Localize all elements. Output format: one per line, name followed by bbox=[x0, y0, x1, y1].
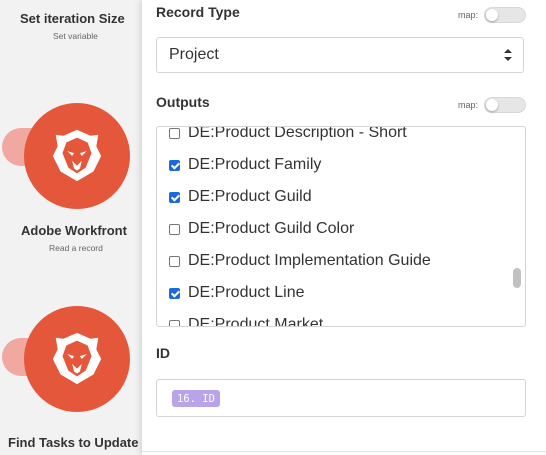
output-checkbox[interactable] bbox=[169, 223, 180, 235]
lion-logo-icon bbox=[52, 332, 102, 385]
output-option[interactable]: DE:Product Market bbox=[169, 309, 503, 327]
output-option-label: DE:Product Description - Short bbox=[188, 126, 407, 141]
node-subtitle-set-iteration: Set variable bbox=[53, 31, 98, 41]
module-settings-panel: Record Type map: Project Outputs map: DE… bbox=[142, 0, 546, 455]
lion-logo-icon bbox=[52, 129, 102, 182]
output-option-label: DE:Product Guild Color bbox=[188, 220, 355, 237]
map-label: map: bbox=[457, 100, 478, 110]
workfront-module[interactable] bbox=[24, 103, 130, 209]
record-type-map-toggle[interactable] bbox=[484, 7, 526, 23]
record-type-map-toggle-wrap: map: bbox=[458, 7, 526, 23]
output-option[interactable]: DE:Product Guild bbox=[169, 181, 503, 213]
output-option-label: DE:Product Guild bbox=[188, 188, 312, 205]
record-type-label: Record Type bbox=[156, 4, 240, 20]
node-title-workfront: Adobe Workfront bbox=[21, 223, 127, 238]
output-option-label: DE:Product Market bbox=[188, 316, 324, 327]
output-checkbox[interactable] bbox=[169, 127, 180, 139]
output-option-label: DE:Product Implementation Guide bbox=[188, 252, 431, 269]
output-checkbox[interactable] bbox=[169, 255, 180, 267]
output-checkbox[interactable] bbox=[169, 287, 180, 299]
id-label: ID bbox=[156, 345, 170, 361]
output-option[interactable]: DE:Product Guild Color bbox=[169, 213, 503, 245]
outputs-scroll-thumb[interactable] bbox=[513, 268, 521, 288]
node-subtitle-workfront: Read a record bbox=[49, 243, 103, 253]
toggle-knob bbox=[486, 9, 498, 21]
outputs-map-toggle[interactable] bbox=[484, 97, 526, 113]
id-input[interactable]: 16. ID bbox=[156, 379, 526, 417]
toggle-knob bbox=[486, 99, 498, 111]
map-label: map: bbox=[457, 10, 478, 20]
find-tasks-module[interactable] bbox=[24, 306, 130, 412]
output-checkbox[interactable] bbox=[169, 159, 180, 171]
record-type-select[interactable]: Project bbox=[156, 37, 524, 73]
output-option[interactable]: DE:Product Implementation Guide bbox=[169, 245, 503, 277]
outputs-list-box[interactable]: DE:Product Description - Short DE:Product… bbox=[156, 126, 526, 327]
output-option[interactable]: DE:Product Family bbox=[169, 149, 503, 181]
outputs-map-toggle-wrap: map: bbox=[458, 97, 526, 113]
id-mapped-token[interactable]: 16. ID bbox=[172, 390, 220, 407]
output-option-label: DE:Product Family bbox=[188, 156, 322, 173]
outputs-list: DE:Product Description - Short DE:Product… bbox=[169, 126, 503, 327]
outputs-scrollbar[interactable] bbox=[509, 127, 525, 326]
output-option[interactable]: DE:Product Description - Short bbox=[169, 126, 503, 149]
outputs-label: Outputs bbox=[156, 94, 210, 110]
output-option[interactable]: DE:Product Line bbox=[169, 277, 503, 309]
record-type-value: Project bbox=[169, 46, 219, 63]
node-title-find-tasks: Find Tasks to Update bbox=[8, 435, 139, 450]
select-arrows-icon bbox=[504, 49, 512, 61]
panel-divider bbox=[142, 451, 546, 452]
output-option-label: DE:Product Line bbox=[188, 284, 305, 301]
output-checkbox[interactable] bbox=[169, 191, 180, 203]
output-checkbox[interactable] bbox=[169, 319, 180, 326]
node-title-set-iteration: Set iteration Size bbox=[20, 11, 125, 26]
